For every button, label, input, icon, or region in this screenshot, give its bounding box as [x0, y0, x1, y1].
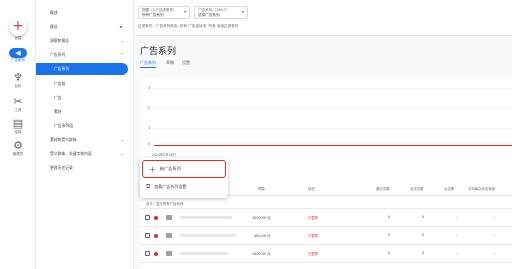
performance-chart: 3 2 1 0 2024年9月18日	[140, 78, 512, 157]
goals-icon: ♆	[13, 71, 23, 84]
cpc-cell: –	[494, 215, 496, 219]
status-cell[interactable]: 已暂停	[308, 233, 318, 238]
tab-settings[interactable]: 设置	[182, 60, 190, 66]
row-divider	[140, 244, 512, 245]
campaign-type-icon	[166, 251, 172, 256]
create-menu-popover: + 新广告系列 ⧉ 加载广告系列设置	[140, 158, 228, 198]
rail-tools[interactable]: ✂ 工具	[0, 96, 36, 113]
dropdown-arrow-icon: ▾	[183, 9, 186, 14]
nav-recommendations[interactable]: 建议	[36, 22, 128, 32]
impressions-cell: 0	[388, 215, 391, 219]
nav-assets-audiences[interactable]: 素材和受众群体 ⌄	[36, 135, 128, 145]
nav-campaigns-group[interactable]: 广告系列 ⌃	[36, 50, 128, 60]
row-divider	[140, 226, 512, 227]
status-cell[interactable]: 已暂停	[308, 251, 318, 256]
total-row-label: 总计：显示所有广告系列	[146, 202, 184, 206]
column-header-impressions[interactable]: 展示次数	[376, 186, 390, 191]
tab-drafts[interactable]: 草稿	[166, 60, 174, 66]
chevron-down-icon: ⌄	[120, 151, 124, 156]
nav-insights[interactable]: 洞察和报告 ⌄	[36, 36, 128, 46]
campaign-name[interactable]	[180, 234, 236, 237]
status-dot-icon	[154, 233, 158, 238]
chevron-down-icon: ⌄	[120, 137, 124, 142]
budget-cell: 1000.00 元	[252, 252, 271, 256]
nav-audiences-keywords[interactable]: 受众群体、关键字和内容 ⌄	[36, 149, 128, 159]
new-campaign-button[interactable]: + 新广告系列	[142, 160, 226, 178]
nav-panel: 概述 建议 洞察和报告 ⌄ 广告系列 ⌃ 广告系列 广告组 广告 素材 广告系列…	[36, 0, 134, 269]
icon-rail: + 创建 ◀ 广告系列 ♆ 目标 ✂ 工具 ▤ 结算 ⚙ 管理员	[0, 0, 36, 269]
nav-change-history[interactable]: 更改历史记录	[36, 163, 128, 173]
campaigns-icon: ◀	[9, 48, 27, 58]
plus-icon: +	[149, 164, 156, 174]
nav-ads[interactable]: 广告	[36, 93, 128, 103]
ctr-cell: –	[456, 233, 458, 237]
column-header-clicks[interactable]: 点击次数	[410, 186, 424, 191]
column-header-avg-cpc[interactable]: 平均每次点击费用	[468, 186, 495, 191]
billing-icon: ▤	[12, 117, 24, 130]
grid-line	[154, 88, 512, 89]
status-dot-icon	[154, 251, 158, 256]
nav-ad-groups[interactable]: 广告组	[36, 79, 128, 89]
nav-campaigns-active[interactable]: 广告系列	[36, 63, 128, 75]
copy-icon: ⧉	[146, 183, 151, 190]
nav-assets[interactable]: 素材	[36, 107, 128, 117]
campaign-type-icon	[166, 215, 172, 220]
clicks-cell: 0	[422, 215, 425, 219]
plus-icon[interactable]: +	[9, 18, 27, 36]
budget-cell: 400.00 元	[254, 234, 271, 238]
filter-bar[interactable]: 过滤条件：广告系列状态: 所有 广告组状态: 所有 添加过滤条件	[138, 24, 238, 29]
top-selector-bar: 视图（1个过滤条件） 所有广告系列 ▾ 广告系列（180个） 选择广告系列 ▾ …	[134, 0, 512, 36]
admin-icon: ⚙	[13, 139, 23, 152]
column-header-budget[interactable]: 预算	[258, 186, 265, 191]
status-dot-icon	[154, 215, 158, 220]
campaign-selector[interactable]: 广告系列（180个） 选择广告系列 ▾	[194, 6, 248, 19]
grid-line	[154, 128, 512, 129]
campaign-name[interactable]	[180, 216, 232, 219]
clicks-cell: 0	[422, 233, 425, 237]
load-campaign-settings-item[interactable]: ⧉ 加载广告系列设置	[146, 182, 186, 192]
rail-billing[interactable]: ▤ 结算	[0, 118, 36, 135]
clicks-cell: 0	[422, 251, 425, 255]
view-selector[interactable]: 视图（1个过滤条件） 所有广告系列 ▾	[138, 6, 190, 19]
y-tick-label: 0	[148, 142, 151, 146]
page-title: 广告系列	[140, 47, 177, 57]
tools-icon: ✂	[13, 95, 23, 108]
ctr-cell: –	[456, 251, 458, 255]
row-checkbox[interactable]	[145, 251, 150, 256]
rail-campaigns[interactable]: ◀ 广告系列	[0, 48, 36, 63]
y-tick-label: 3	[148, 86, 151, 90]
impressions-cell: 0	[388, 251, 391, 255]
nav-campaign-groups[interactable]: 广告系列组	[36, 121, 128, 131]
column-header-ctr[interactable]: 点击率	[444, 186, 454, 191]
rail-goals[interactable]: ♆ 目标	[0, 72, 36, 89]
dropdown-arrow-icon: ▾	[241, 9, 244, 14]
cpc-cell: –	[494, 251, 496, 255]
row-checkbox[interactable]	[145, 233, 150, 238]
campaign-type-icon	[166, 233, 172, 238]
chart-series-line	[154, 145, 512, 146]
y-tick-label: 1	[148, 126, 151, 130]
rail-create[interactable]: + 创建	[0, 18, 36, 41]
cpc-cell: –	[494, 233, 496, 237]
tab-campaigns[interactable]: 广告系列	[140, 60, 156, 68]
row-checkbox[interactable]	[145, 215, 150, 220]
nav-overview[interactable]: 概述	[36, 8, 128, 18]
chevron-up-icon: ⌃	[120, 52, 124, 57]
row-divider	[140, 208, 512, 209]
grid-line	[154, 108, 512, 109]
chevron-down-icon: ⌄	[120, 38, 124, 43]
campaign-name[interactable]	[180, 252, 228, 255]
rail-admin[interactable]: ⚙ 管理员	[0, 140, 36, 157]
ctr-cell: –	[456, 215, 458, 219]
y-tick-label: 2	[148, 106, 151, 110]
notification-dot	[120, 26, 122, 28]
impressions-cell: 0	[388, 233, 391, 237]
row-divider	[140, 262, 512, 263]
status-cell[interactable]: 已暂停	[308, 215, 318, 220]
budget-cell: 1000.00 元	[252, 216, 271, 220]
column-header-status[interactable]: 状态	[308, 186, 315, 191]
